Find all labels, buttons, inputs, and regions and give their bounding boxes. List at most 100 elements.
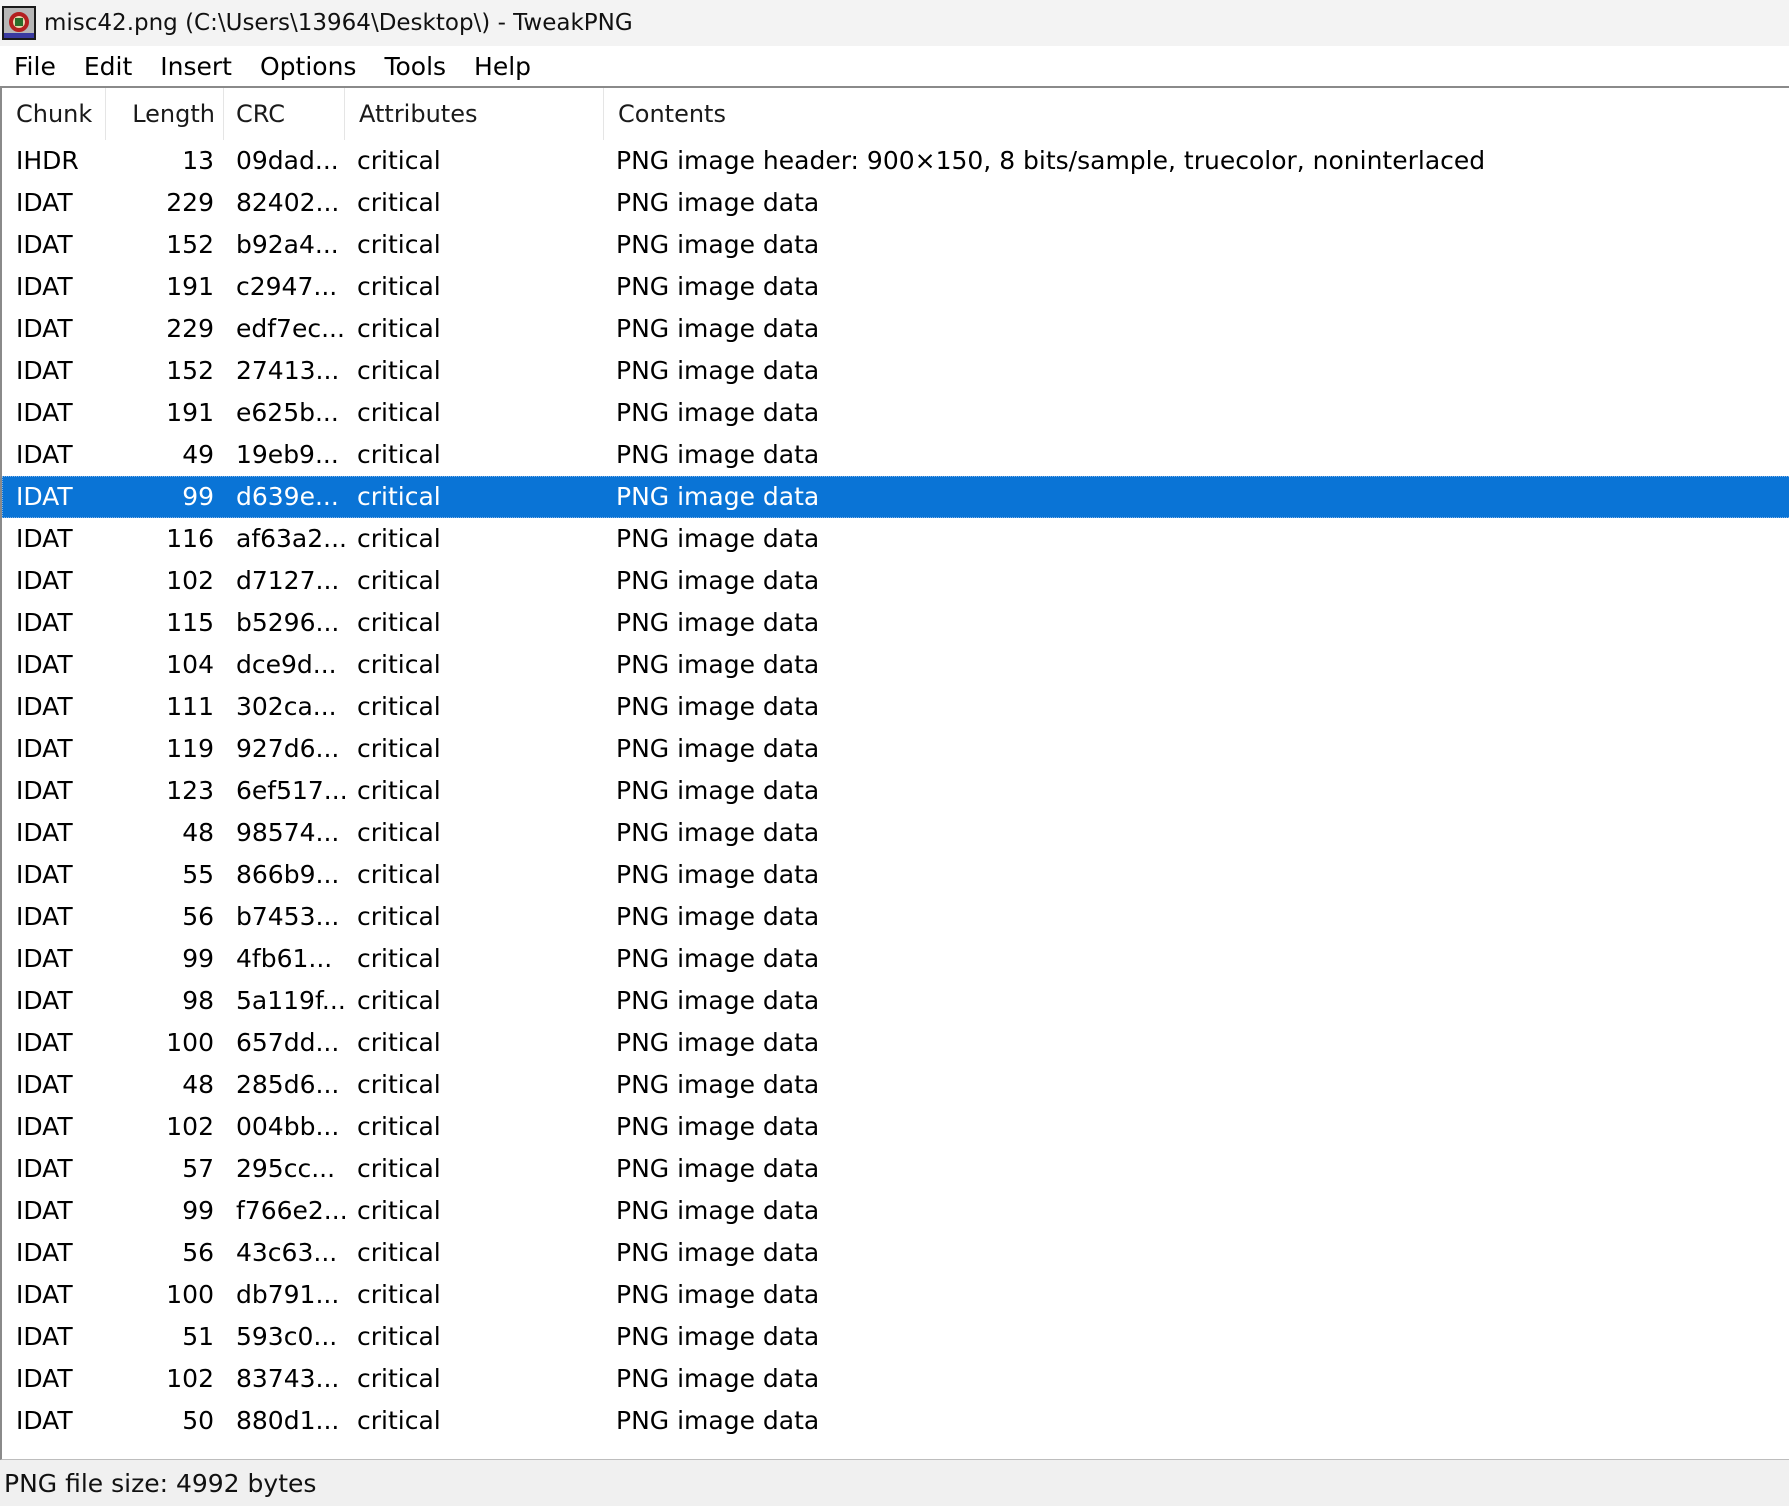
length-cell: 116 bbox=[166, 524, 214, 553]
column-header-length[interactable]: Length bbox=[106, 88, 224, 140]
column-header-crc[interactable]: CRC bbox=[224, 88, 345, 140]
crc-cell: 593c0... bbox=[236, 1322, 338, 1351]
attributes-cell: critical bbox=[357, 524, 441, 553]
menu-tools[interactable]: Tools bbox=[384, 52, 446, 81]
attributes-cell: critical bbox=[357, 1322, 441, 1351]
crc-cell: 98574... bbox=[236, 818, 340, 847]
chunk-cell: IDAT bbox=[16, 314, 73, 343]
chunk-cell: IDAT bbox=[16, 482, 73, 511]
crc-cell: db791... bbox=[236, 1280, 340, 1309]
crc-cell: 6ef517... bbox=[236, 776, 348, 805]
crc-cell: b7453... bbox=[236, 902, 340, 931]
chunk-cell: IDAT bbox=[16, 398, 73, 427]
attributes-cell: critical bbox=[357, 188, 441, 217]
attributes-cell: critical bbox=[357, 482, 441, 511]
length-cell: 229 bbox=[166, 188, 214, 217]
table-row[interactable]: IDAT 119 927d6... critical PNG image data bbox=[2, 728, 1789, 770]
length-cell: 152 bbox=[166, 356, 214, 385]
chunk-list[interactable]: Chunk Length CRC Attributes Contents IHD… bbox=[0, 86, 1789, 1460]
table-row[interactable]: IDAT 115 b5296... critical PNG image data bbox=[2, 602, 1789, 644]
menu-file[interactable]: File bbox=[14, 52, 56, 81]
table-row[interactable]: IDAT 191 c2947... critical PNG image data bbox=[2, 266, 1789, 308]
table-row[interactable]: IDAT 99 4fb61... critical PNG image data bbox=[2, 938, 1789, 980]
table-row[interactable]: IDAT 50 880d1... critical PNG image data bbox=[2, 1400, 1789, 1442]
attributes-cell: critical bbox=[357, 1154, 441, 1183]
contents-cell: PNG image data bbox=[616, 1406, 820, 1435]
table-row[interactable]: IDAT 49 19eb9... critical PNG image data bbox=[2, 434, 1789, 476]
length-cell: 100 bbox=[166, 1280, 214, 1309]
chunk-cell: IDAT bbox=[16, 818, 73, 847]
table-row[interactable]: IDAT 100 657dd... critical PNG image data bbox=[2, 1022, 1789, 1064]
menu-options[interactable]: Options bbox=[260, 52, 356, 81]
table-row[interactable]: IDAT 152 b92a4... critical PNG image data bbox=[2, 224, 1789, 266]
table-row[interactable]: IDAT 123 6ef517... critical PNG image data bbox=[2, 770, 1789, 812]
table-row[interactable]: IDAT 102 d7127... critical PNG image data bbox=[2, 560, 1789, 602]
table-row[interactable]: IDAT 56 43c63... critical PNG image data bbox=[2, 1232, 1789, 1274]
attributes-cell: critical bbox=[357, 398, 441, 427]
contents-cell: PNG image data bbox=[616, 1238, 820, 1267]
menu-insert[interactable]: Insert bbox=[160, 52, 232, 81]
title-bar[interactable]: misc42.png (C:\Users\13964\Desktop\) - T… bbox=[0, 0, 1789, 46]
table-row[interactable]: IDAT 51 593c0... critical PNG image data bbox=[2, 1316, 1789, 1358]
contents-cell: PNG image data bbox=[616, 608, 820, 637]
table-row[interactable]: IDAT 191 e625b... critical PNG image data bbox=[2, 392, 1789, 434]
table-row[interactable]: IDAT 116 af63a2... critical PNG image data bbox=[2, 518, 1789, 560]
table-row[interactable]: IDAT 98 5a119f... critical PNG image data bbox=[2, 980, 1789, 1022]
column-header-contents[interactable]: Contents bbox=[604, 88, 1789, 140]
table-row[interactable]: IDAT 152 27413... critical PNG image data bbox=[2, 350, 1789, 392]
column-header-chunk[interactable]: Chunk bbox=[2, 88, 106, 140]
table-row[interactable]: IDAT 100 db791... critical PNG image data bbox=[2, 1274, 1789, 1316]
table-row[interactable]: IDAT 102 83743... critical PNG image data bbox=[2, 1358, 1789, 1400]
table-row[interactable]: IDAT 55 866b9... critical PNG image data bbox=[2, 854, 1789, 896]
crc-cell: 295cc... bbox=[236, 1154, 336, 1183]
table-row[interactable]: IHDR 13 09dad... critical PNG image header: … bbox=[2, 140, 1789, 182]
table-row[interactable]: IDAT 229 edf7ec... critical PNG image data bbox=[2, 308, 1789, 350]
table-row-selected[interactable]: IDAT 99 d639e... critical PNG image data bbox=[2, 476, 1789, 518]
chunk-cell: IDAT bbox=[16, 1154, 73, 1183]
attributes-cell: critical bbox=[357, 650, 441, 679]
length-cell: 51 bbox=[182, 1322, 214, 1351]
chunk-cell: IDAT bbox=[16, 230, 73, 259]
attributes-cell: critical bbox=[357, 818, 441, 847]
contents-cell: PNG image data bbox=[616, 524, 820, 553]
contents-cell: PNG image data bbox=[616, 776, 820, 805]
contents-cell: PNG image data bbox=[616, 818, 820, 847]
attributes-cell: critical bbox=[357, 1280, 441, 1309]
crc-cell: c2947... bbox=[236, 272, 338, 301]
table-row[interactable]: IDAT 57 295cc... critical PNG image data bbox=[2, 1148, 1789, 1190]
chunk-cell: IDAT bbox=[16, 734, 73, 763]
crc-cell: 880d1... bbox=[236, 1406, 340, 1435]
table-row[interactable]: IDAT 56 b7453... critical PNG image data bbox=[2, 896, 1789, 938]
table-row[interactable]: IDAT 48 98574... critical PNG image data bbox=[2, 812, 1789, 854]
table-row[interactable]: IDAT 111 302ca... critical PNG image data bbox=[2, 686, 1789, 728]
column-header-attributes[interactable]: Attributes bbox=[345, 88, 604, 140]
table-row[interactable]: IDAT 229 82402... critical PNG image data bbox=[2, 182, 1789, 224]
contents-cell: PNG image data bbox=[616, 356, 820, 385]
length-cell: 102 bbox=[166, 1112, 214, 1141]
crc-cell: 004bb... bbox=[236, 1112, 340, 1141]
length-cell: 49 bbox=[182, 440, 214, 469]
chunk-cell: IDAT bbox=[16, 1028, 73, 1057]
contents-cell: PNG image data bbox=[616, 944, 820, 973]
menu-help[interactable]: Help bbox=[474, 52, 531, 81]
chunk-cell: IDAT bbox=[16, 1238, 73, 1267]
menu-edit[interactable]: Edit bbox=[84, 52, 132, 81]
tweakpng-app-icon[interactable] bbox=[2, 6, 36, 40]
attributes-cell: critical bbox=[357, 692, 441, 721]
crc-cell: 83743... bbox=[236, 1364, 340, 1393]
length-cell: 119 bbox=[166, 734, 214, 763]
length-cell: 102 bbox=[166, 566, 214, 595]
table-row[interactable]: IDAT 102 004bb... critical PNG image data bbox=[2, 1106, 1789, 1148]
length-cell: 50 bbox=[182, 1406, 214, 1435]
contents-cell: PNG image data bbox=[616, 566, 820, 595]
table-row[interactable]: IDAT 104 dce9d... critical PNG image data bbox=[2, 644, 1789, 686]
length-cell: 57 bbox=[182, 1154, 214, 1183]
contents-cell: PNG image data bbox=[616, 1322, 820, 1351]
table-row[interactable]: IDAT 48 285d6... critical PNG image data bbox=[2, 1064, 1789, 1106]
table-row[interactable]: IDAT 99 f766e2... critical PNG image data bbox=[2, 1190, 1789, 1232]
attributes-cell: critical bbox=[357, 1112, 441, 1141]
attributes-cell: critical bbox=[357, 272, 441, 301]
chunk-cell: IDAT bbox=[16, 1196, 73, 1225]
attributes-cell: critical bbox=[357, 1028, 441, 1057]
length-cell: 55 bbox=[182, 860, 214, 889]
